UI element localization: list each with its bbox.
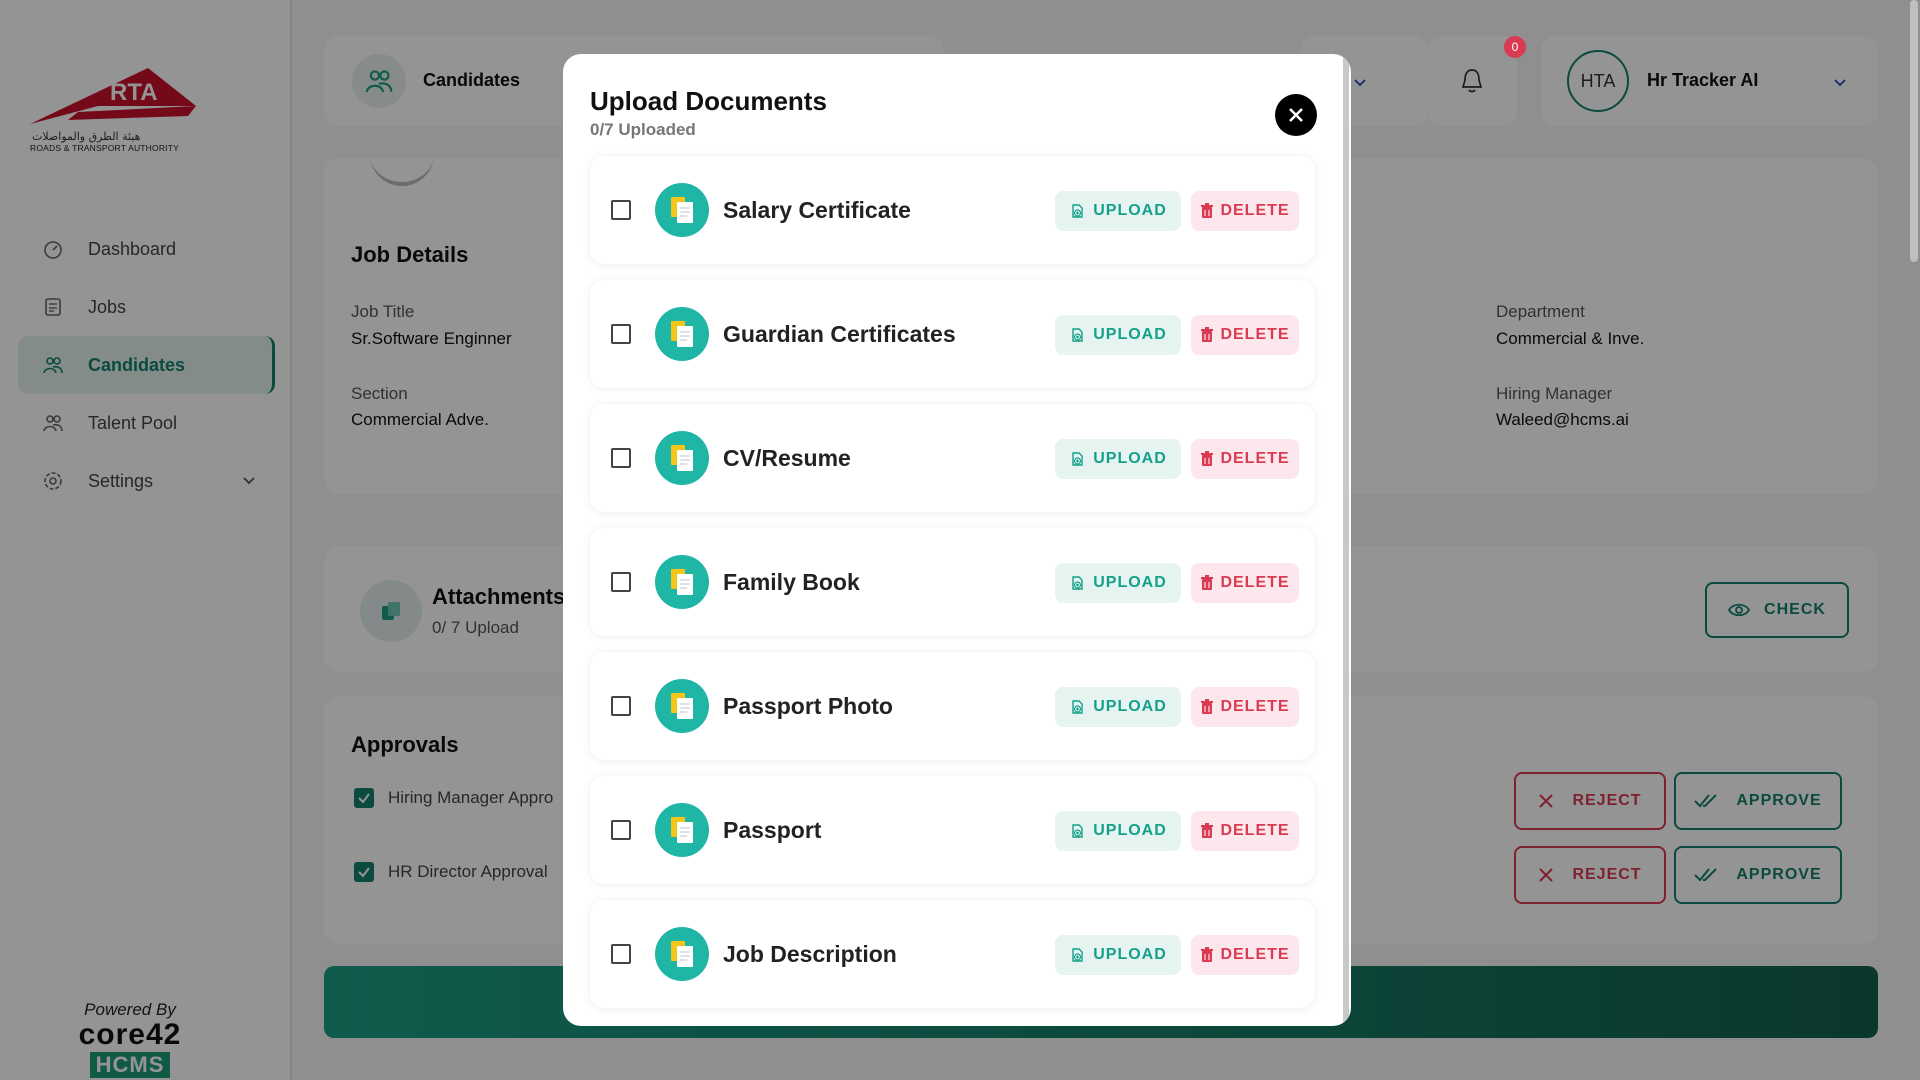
upload-button[interactable]: UPLOAD [1055, 315, 1181, 355]
delete-label: DELETE [1220, 450, 1290, 467]
trash-icon [1201, 451, 1214, 466]
upload-button[interactable]: UPLOAD [1055, 687, 1181, 727]
upload-icon [1072, 576, 1083, 590]
upload-label: UPLOAD [1093, 202, 1167, 219]
upload-documents-modal: Upload Documents 0/7 Uploaded Salary Cer… [563, 54, 1351, 1026]
document-checkbox[interactable] [611, 448, 631, 468]
document-item: Family Book UPLOAD DELETE [590, 528, 1315, 636]
document-name: Family Book [723, 569, 860, 595]
delete-button[interactable]: DELETE [1191, 935, 1299, 975]
upload-button[interactable]: UPLOAD [1055, 935, 1181, 975]
close-button[interactable] [1275, 94, 1317, 136]
document-name: Job Description [723, 941, 897, 967]
upload-icon [1072, 700, 1083, 714]
upload-button[interactable]: UPLOAD [1055, 439, 1181, 479]
document-item: Passport UPLOAD DELETE [590, 776, 1315, 884]
trash-icon [1201, 203, 1214, 218]
notification-badge: 0 [1504, 36, 1526, 58]
upload-button[interactable]: UPLOAD [1055, 191, 1181, 231]
upload-button[interactable]: UPLOAD [1055, 811, 1181, 851]
upload-label: UPLOAD [1093, 574, 1167, 591]
delete-label: DELETE [1220, 822, 1290, 839]
document-checkbox[interactable] [611, 820, 631, 840]
upload-label: UPLOAD [1093, 698, 1167, 715]
upload-icon [1072, 824, 1083, 838]
document-name: CV/Resume [723, 445, 851, 471]
trash-icon [1201, 575, 1214, 590]
document-icon [655, 555, 709, 609]
document-icon [655, 927, 709, 981]
upload-icon [1072, 204, 1083, 218]
trash-icon [1201, 699, 1214, 714]
document-icon [655, 803, 709, 857]
document-checkbox[interactable] [611, 572, 631, 592]
trash-icon [1201, 947, 1214, 962]
document-item: Salary Certificate UPLOAD DELETE [590, 156, 1315, 264]
close-icon [1289, 108, 1303, 122]
upload-icon [1072, 948, 1083, 962]
page-scrollbar-thumb[interactable] [1910, 0, 1918, 262]
document-icon [655, 183, 709, 237]
document-name: Guardian Certificates [723, 321, 956, 347]
delete-button[interactable]: DELETE [1191, 563, 1299, 603]
upload-icon [1072, 328, 1083, 342]
upload-label: UPLOAD [1093, 450, 1167, 467]
document-item: Passport Photo UPLOAD DELETE [590, 652, 1315, 760]
document-name: Passport Photo [723, 693, 893, 719]
delete-button[interactable]: DELETE [1191, 811, 1299, 851]
document-name: Passport [723, 817, 822, 843]
trash-icon [1201, 327, 1214, 342]
document-item: CV/Resume UPLOAD DELETE [590, 404, 1315, 512]
delete-button[interactable]: DELETE [1191, 687, 1299, 727]
delete-label: DELETE [1220, 698, 1290, 715]
page-scrollbar[interactable] [1908, 0, 1920, 1080]
upload-label: UPLOAD [1093, 946, 1167, 963]
delete-button[interactable]: DELETE [1191, 191, 1299, 231]
upload-button[interactable]: UPLOAD [1055, 563, 1181, 603]
document-icon [655, 679, 709, 733]
app-root: RTA هيئة الطرق والمواصلات ROADS & TRANSP… [0, 0, 1920, 1080]
delete-label: DELETE [1220, 946, 1290, 963]
document-item: Guardian Certificates UPLOAD DELETE [590, 280, 1315, 388]
delete-label: DELETE [1220, 326, 1290, 343]
document-checkbox[interactable] [611, 696, 631, 716]
document-checkbox[interactable] [611, 324, 631, 344]
modal-subtitle: 0/7 Uploaded [590, 120, 696, 139]
trash-icon [1201, 823, 1214, 838]
document-item: Job Description UPLOAD DELETE [590, 900, 1315, 1008]
delete-label: DELETE [1220, 202, 1290, 219]
document-checkbox[interactable] [611, 944, 631, 964]
document-icon [655, 307, 709, 361]
delete-button[interactable]: DELETE [1191, 439, 1299, 479]
document-checkbox[interactable] [611, 200, 631, 220]
delete-button[interactable]: DELETE [1191, 315, 1299, 355]
modal-scrollbar[interactable] [1343, 54, 1349, 1026]
upload-label: UPLOAD [1093, 822, 1167, 839]
document-icon [655, 431, 709, 485]
upload-icon [1072, 452, 1083, 466]
upload-label: UPLOAD [1093, 326, 1167, 343]
delete-label: DELETE [1220, 574, 1290, 591]
modal-title: Upload Documents [590, 86, 827, 116]
document-name: Salary Certificate [723, 197, 911, 223]
